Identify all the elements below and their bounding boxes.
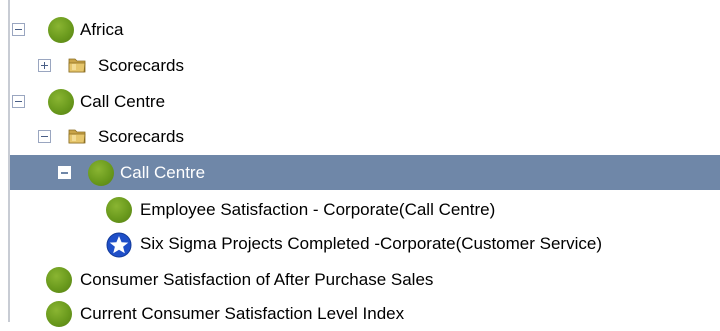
tree-node-label: Scorecards (98, 56, 184, 75)
tree-node-label: Consumer Satisfaction of After Purchase … (80, 270, 434, 289)
tree-node-scorecards[interactable]: Scorecards (10, 119, 720, 154)
tree-node-call-centre[interactable]: Call Centre (10, 84, 720, 119)
folder-icon (67, 126, 87, 146)
tree-node-label: Call Centre (80, 92, 166, 111)
scorecard-tree: Africa Scorecards Call Centre Scorecards… (0, 0, 720, 327)
green-status-icon (88, 160, 114, 186)
tree-node-current-consumer-satisfaction[interactable]: Current Consumer Satisfaction Level Inde… (10, 296, 720, 331)
collapse-icon[interactable] (58, 166, 71, 179)
green-status-icon (48, 89, 74, 115)
tree-node-label: Scorecards (98, 127, 184, 146)
green-status-icon (48, 17, 74, 43)
expand-icon[interactable] (38, 59, 51, 72)
tree-node-scorecards[interactable]: Scorecards (10, 48, 720, 83)
tree-node-label: Call Centre (120, 163, 206, 182)
collapse-icon[interactable] (38, 130, 51, 143)
tree-node-africa[interactable]: Africa (10, 12, 720, 47)
green-status-icon (46, 301, 72, 327)
tree-node-label: Six Sigma Projects Completed -Corporate(… (140, 234, 602, 253)
collapse-icon[interactable] (12, 95, 25, 108)
tree-node-label: Employee Satisfaction - Corporate(Call C… (140, 200, 496, 219)
tree-node-employee-satisfaction[interactable]: Employee Satisfaction - Corporate(Call C… (10, 192, 720, 227)
green-status-icon (46, 267, 72, 293)
tree-node-consumer-satisfaction[interactable]: Consumer Satisfaction of After Purchase … (10, 262, 720, 297)
tree-node-call-centre-selected[interactable]: Call Centre (10, 155, 720, 190)
green-status-icon (106, 197, 132, 223)
tree-node-six-sigma[interactable]: Six Sigma Projects Completed -Corporate(… (10, 226, 720, 261)
tree-node-label: Current Consumer Satisfaction Level Inde… (80, 304, 405, 323)
folder-icon (67, 55, 87, 75)
star-badge-icon (106, 232, 132, 258)
collapse-icon[interactable] (12, 23, 25, 36)
tree-node-label: Africa (80, 20, 124, 39)
